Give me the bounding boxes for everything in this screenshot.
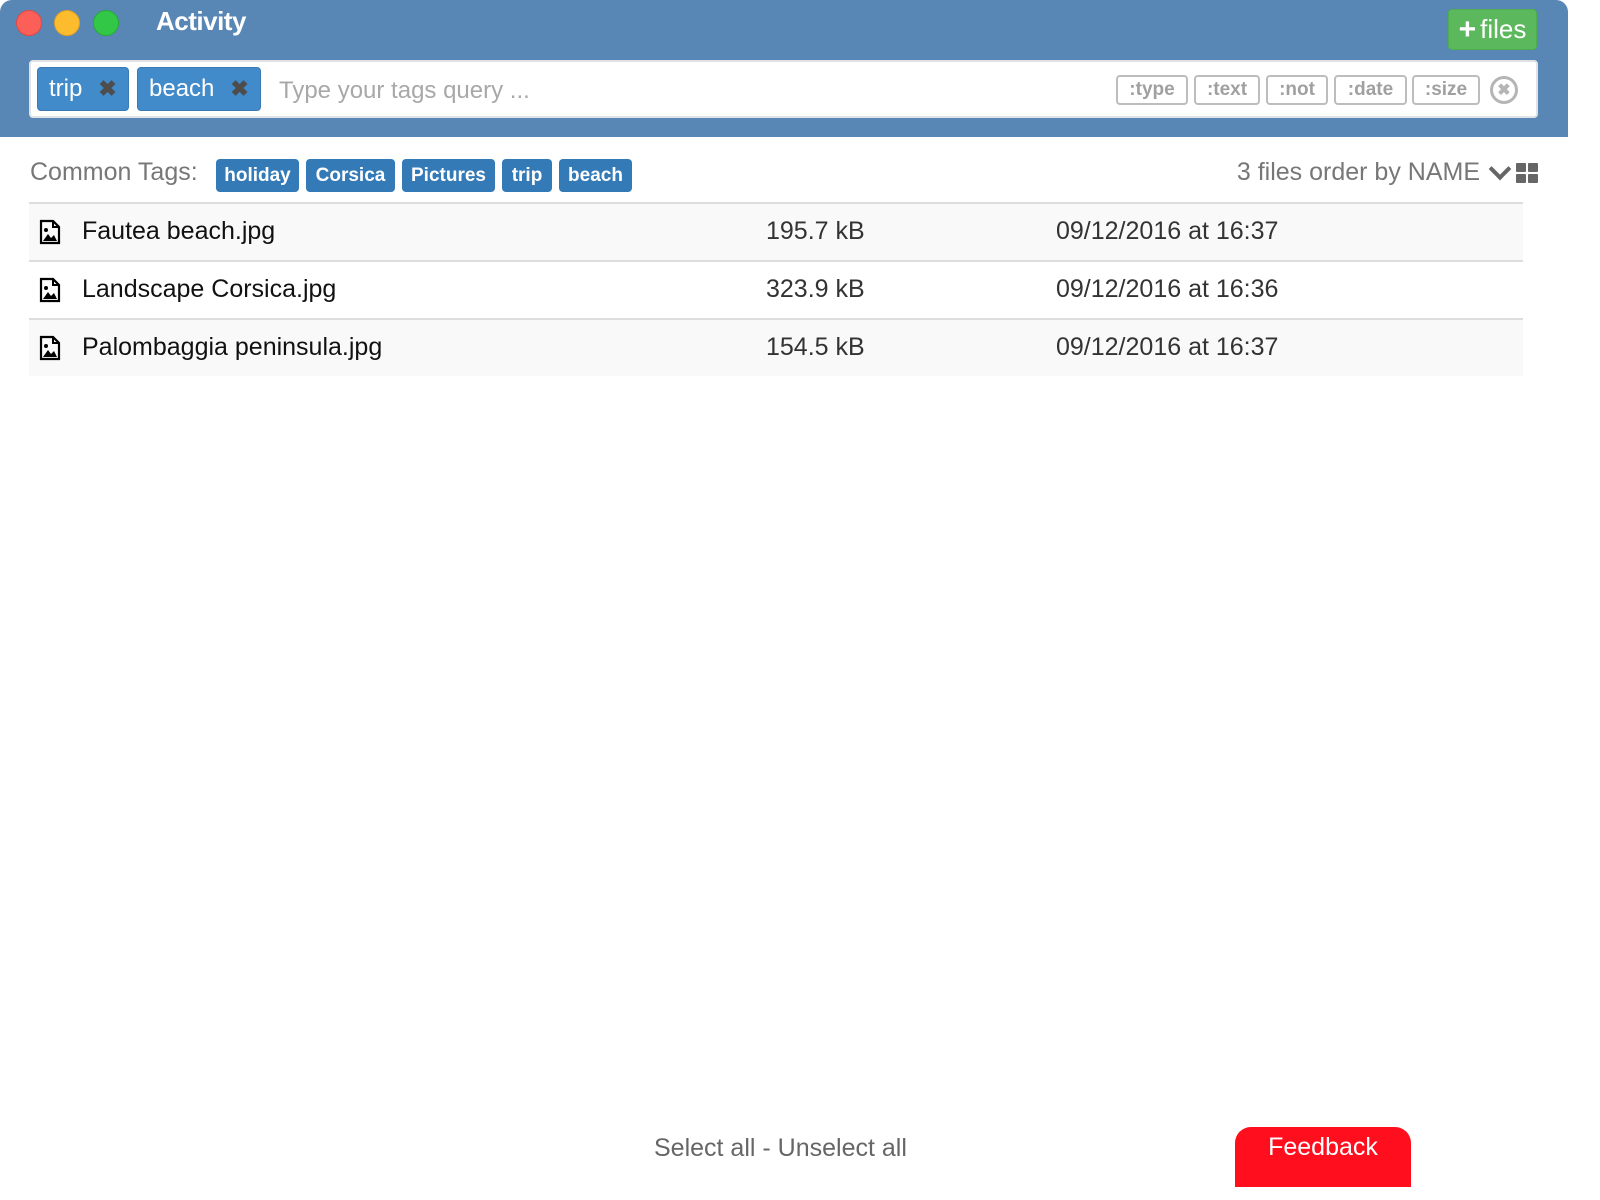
order-by-control[interactable]: 3 files order by NAME [1236,157,1512,187]
query-tag-trip: trip ✖ [37,67,129,111]
zoom-window-button[interactable] [93,10,119,36]
query-tag-beach: beach ✖ [137,67,261,111]
filter-type-button[interactable]: :type [1116,75,1188,105]
query-tag-label: beach [149,75,215,102]
image-file-icon [39,277,61,303]
query-tag-label: trip [49,75,83,102]
add-files-label: files [1480,14,1527,44]
tag-search-bar: trip ✖ beach ✖ :type :text :not :date :s… [29,60,1538,118]
order-by-label: 3 files order by NAME [1236,158,1480,186]
file-date: 09/12/2016 at 16:37 [1056,217,1279,245]
filter-not-button[interactable]: :not [1266,75,1328,105]
remove-tag-icon[interactable]: ✖ [98,76,116,102]
separator: - [755,1134,778,1162]
app-title: Activity [156,6,246,36]
file-size: 154.5 kB [766,333,865,361]
common-tags-label: Common Tags: [30,158,198,186]
common-tag-corsica[interactable]: Corsica [306,159,395,192]
file-row[interactable]: Palombaggia peninsula.jpg 154.5 kB 09/12… [29,318,1523,376]
common-tag-pictures[interactable]: Pictures [402,159,495,192]
title-bar: Activity + files trip ✖ beach ✖ :type :t… [0,0,1568,137]
file-date: 09/12/2016 at 16:37 [1056,333,1279,361]
file-size: 323.9 kB [766,275,865,303]
image-file-icon [39,335,61,361]
close-window-button[interactable] [16,10,42,36]
image-file-icon [39,219,61,245]
file-name: Landscape Corsica.jpg [82,275,337,303]
filter-text-button[interactable]: :text [1194,75,1260,105]
select-all-link[interactable]: Select all [654,1134,755,1162]
add-files-button[interactable]: + files [1448,9,1537,50]
common-tag-holiday[interactable]: holiday [216,159,299,192]
file-name: Palombaggia peninsula.jpg [82,333,383,361]
file-size: 195.7 kB [766,217,865,245]
clear-search-icon[interactable]: ✖ [1490,76,1518,104]
file-date: 09/12/2016 at 16:36 [1056,275,1279,303]
plus-icon: + [1458,12,1477,46]
feedback-button[interactable]: Feedback [1235,1127,1411,1187]
chevron-down-icon[interactable] [1488,157,1512,180]
common-tag-beach[interactable]: beach [559,159,632,192]
tags-query-input[interactable] [277,70,981,112]
filter-date-button[interactable]: :date [1334,75,1407,105]
minimize-window-button[interactable] [54,10,80,36]
file-list: Fautea beach.jpg 195.7 kB 09/12/2016 at … [29,202,1523,376]
filter-size-button[interactable]: :size [1412,75,1480,105]
common-tag-trip[interactable]: trip [502,159,552,192]
file-row[interactable]: Landscape Corsica.jpg 323.9 kB 09/12/201… [29,260,1523,318]
unselect-all-link[interactable]: Unselect all [778,1134,907,1162]
remove-tag-icon[interactable]: ✖ [230,76,248,102]
file-row[interactable]: Fautea beach.jpg 195.7 kB 09/12/2016 at … [29,202,1523,260]
selection-controls: Select all - Unselect all [654,1134,907,1163]
file-name: Fautea beach.jpg [82,217,276,245]
grid-view-icon[interactable] [1516,163,1538,183]
